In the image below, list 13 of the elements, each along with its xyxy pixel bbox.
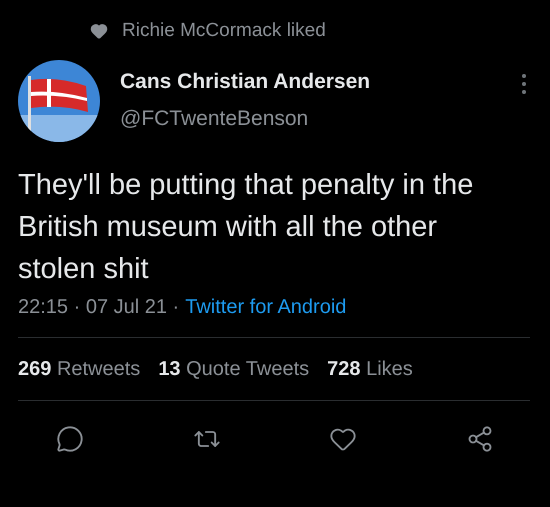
author-name[interactable]: Cans Christian Andersen	[120, 70, 502, 94]
heart-icon	[90, 22, 108, 40]
share-button[interactable]	[466, 425, 494, 453]
stat-link[interactable]: 728 Likes	[327, 358, 413, 381]
stat-link[interactable]: 269 Retweets	[18, 358, 140, 381]
more-options-button[interactable]	[522, 74, 526, 94]
source-link[interactable]: Twitter for Android	[185, 296, 346, 319]
stat-link[interactable]: 13 Quote Tweets	[158, 358, 310, 381]
tweet-text: They'll be putting that penalty in the British museum with all the other stolen shit	[18, 168, 474, 287]
liked-by-text: Richie McCormack liked	[122, 20, 326, 42]
reply-button[interactable]	[56, 425, 84, 453]
author-handle[interactable]: @FCTwenteBenson	[120, 107, 502, 131]
timestamp: 22:15 · 07 Jul 21 ·	[18, 296, 180, 319]
